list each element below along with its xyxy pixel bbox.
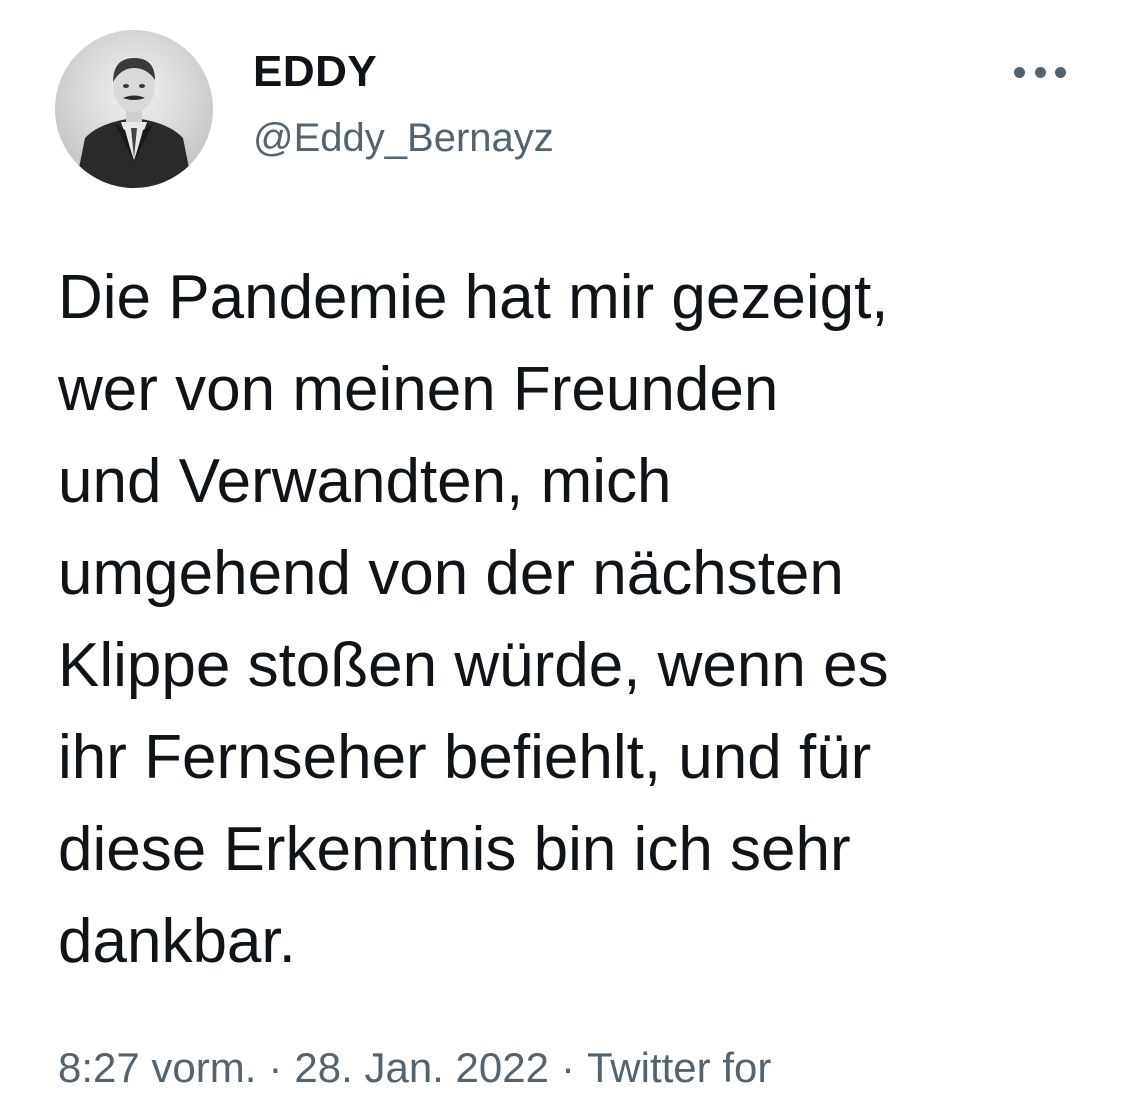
more-horizontal-icon (1034, 66, 1046, 78)
separator: · (268, 1044, 283, 1091)
tweet-date[interactable]: 28. Jan. 2022 (294, 1044, 549, 1091)
profile-photo-icon (55, 30, 213, 188)
more-horizontal-icon (1014, 66, 1025, 78)
tweet-timestamp[interactable]: 8:27 vorm. (58, 1044, 256, 1091)
user-handle[interactable]: @Eddy_Bernayz (253, 114, 554, 162)
tweet-text: Die Pandemie hat mir gezeigt, wer von me… (58, 263, 889, 976)
more-options-button[interactable] (1010, 52, 1070, 92)
tweet-source[interactable]: Twitter for (587, 1044, 771, 1091)
tweet-metadata: 8:27 vorm. · 28. Jan. 2022 · Twitter for (58, 1042, 771, 1094)
more-horizontal-icon (1055, 66, 1066, 78)
avatar[interactable] (55, 30, 213, 188)
separator: · (560, 1044, 575, 1091)
display-name[interactable]: EDDY (253, 46, 377, 98)
tweet: EDDY @Eddy_Bernayz Die Pandemie hat mir … (0, 0, 1125, 1116)
